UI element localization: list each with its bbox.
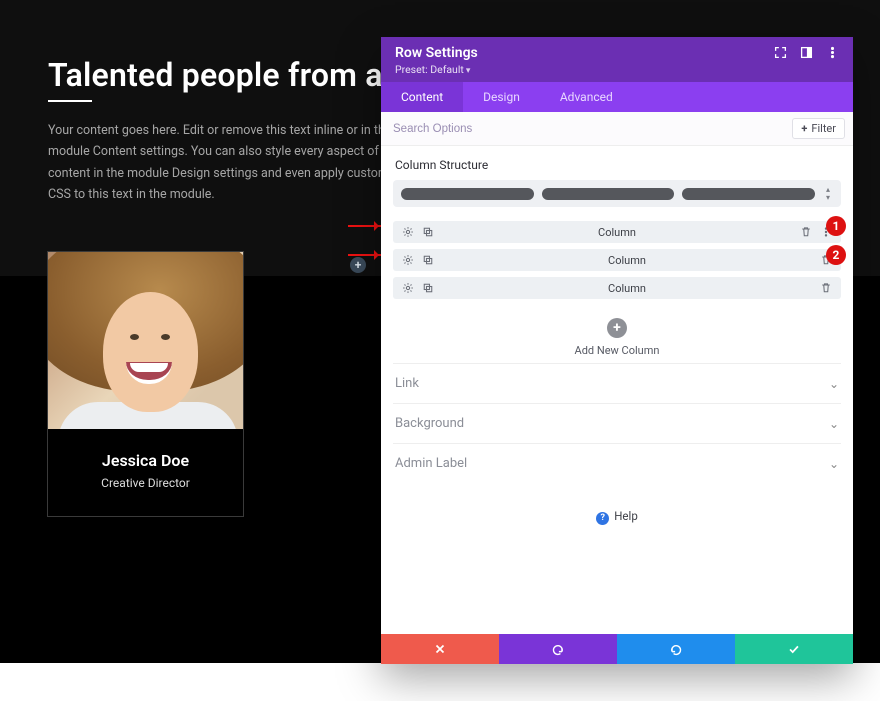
- accordion-link[interactable]: Link ⌄: [393, 363, 841, 403]
- accordion-background[interactable]: Background ⌄: [393, 403, 841, 443]
- filter-label: Filter: [811, 122, 836, 135]
- panel-searchbar: + Filter: [381, 112, 853, 146]
- trash-icon[interactable]: [799, 225, 813, 239]
- plus-icon: +: [801, 122, 807, 135]
- panel-tabs: Content Design Advanced: [381, 82, 853, 112]
- panel-preset-prefix: Preset:: [395, 63, 430, 76]
- annotation-badge-1: 1: [826, 216, 846, 236]
- page-title: Talented people from all: [48, 56, 400, 94]
- column-structure-label: Column Structure: [395, 158, 839, 172]
- tab-content[interactable]: Content: [381, 82, 463, 112]
- annotation-arrow-2: [348, 254, 383, 256]
- chevron-down-icon: ⌄: [829, 457, 839, 471]
- page-bottom-bg: [0, 663, 880, 701]
- panel-body: Column Structure ▴ ▾ Column: [381, 146, 853, 634]
- annotation-badge-2: 2: [826, 245, 846, 265]
- column-rows: Column Column: [393, 221, 841, 299]
- redo-button[interactable]: [617, 634, 735, 664]
- page-title-underline: [48, 100, 92, 102]
- person-name: Jessica Doe: [58, 451, 233, 470]
- tab-advanced[interactable]: Advanced: [540, 82, 633, 112]
- cancel-button[interactable]: [381, 634, 499, 664]
- add-module-button[interactable]: +: [350, 257, 366, 273]
- save-button[interactable]: [735, 634, 853, 664]
- panel-footer: [381, 634, 853, 664]
- help-row[interactable]: ? Help: [393, 509, 841, 525]
- chevron-down-icon: ⌄: [829, 417, 839, 431]
- column-row-label: Column: [435, 282, 819, 295]
- trash-icon[interactable]: [819, 281, 833, 295]
- page-description: Your content goes here. Edit or remove t…: [48, 120, 408, 205]
- filter-button[interactable]: + Filter: [792, 118, 845, 139]
- snap-panel-icon[interactable]: [799, 45, 813, 59]
- expand-icon[interactable]: [773, 45, 787, 59]
- chevron-down-icon: ⌄: [829, 377, 839, 391]
- column-row[interactable]: Column: [393, 221, 841, 243]
- column-row[interactable]: Column: [393, 249, 841, 271]
- search-input[interactable]: [393, 123, 713, 135]
- person-card[interactable]: Jessica Doe Creative Director: [47, 251, 244, 517]
- add-column-label: Add New Column: [393, 344, 841, 357]
- accordion-label: Link: [395, 376, 419, 391]
- person-role: Creative Director: [58, 476, 233, 490]
- gear-icon[interactable]: [401, 253, 415, 267]
- help-icon: ?: [596, 512, 609, 525]
- chevron-up-icon: ▴: [826, 186, 830, 193]
- accordion-label: Background: [395, 416, 464, 431]
- column-row[interactable]: Column: [393, 277, 841, 299]
- person-info: Jessica Doe Creative Director: [48, 429, 243, 516]
- column-bar: [682, 188, 815, 200]
- column-structure-bars: [401, 188, 815, 200]
- panel-title: Row Settings: [395, 45, 478, 61]
- add-column-button[interactable]: +: [607, 318, 627, 338]
- help-label: Help: [614, 509, 638, 523]
- column-row-label: Column: [435, 254, 819, 267]
- column-bar: [401, 188, 534, 200]
- column-row-label: Column: [435, 226, 799, 239]
- accordion-admin-label[interactable]: Admin Label ⌄: [393, 443, 841, 483]
- panel-preset[interactable]: Preset: Default▾: [395, 63, 478, 76]
- accordion-label: Admin Label: [395, 456, 467, 471]
- column-bar: [542, 188, 675, 200]
- column-structure-stepper[interactable]: ▴ ▾: [823, 186, 833, 201]
- duplicate-icon[interactable]: [421, 225, 435, 239]
- row-settings-panel: Row Settings Preset: Default▾ Content De…: [381, 37, 853, 664]
- duplicate-icon[interactable]: [421, 281, 435, 295]
- tab-design[interactable]: Design: [463, 82, 540, 112]
- kebab-menu-icon[interactable]: [825, 45, 839, 59]
- chevron-down-icon: ▾: [826, 194, 830, 201]
- gear-icon[interactable]: [401, 281, 415, 295]
- panel-preset-value: Default: [430, 63, 464, 76]
- caret-down-icon: ▾: [466, 66, 471, 76]
- undo-button[interactable]: [499, 634, 617, 664]
- panel-header: Row Settings Preset: Default▾: [381, 37, 853, 82]
- column-structure-selector[interactable]: ▴ ▾: [393, 180, 841, 207]
- add-column: + Add New Column: [393, 317, 841, 357]
- annotation-arrow-1: [348, 225, 383, 227]
- gear-icon[interactable]: [401, 225, 415, 239]
- duplicate-icon[interactable]: [421, 253, 435, 267]
- person-photo: [48, 252, 243, 429]
